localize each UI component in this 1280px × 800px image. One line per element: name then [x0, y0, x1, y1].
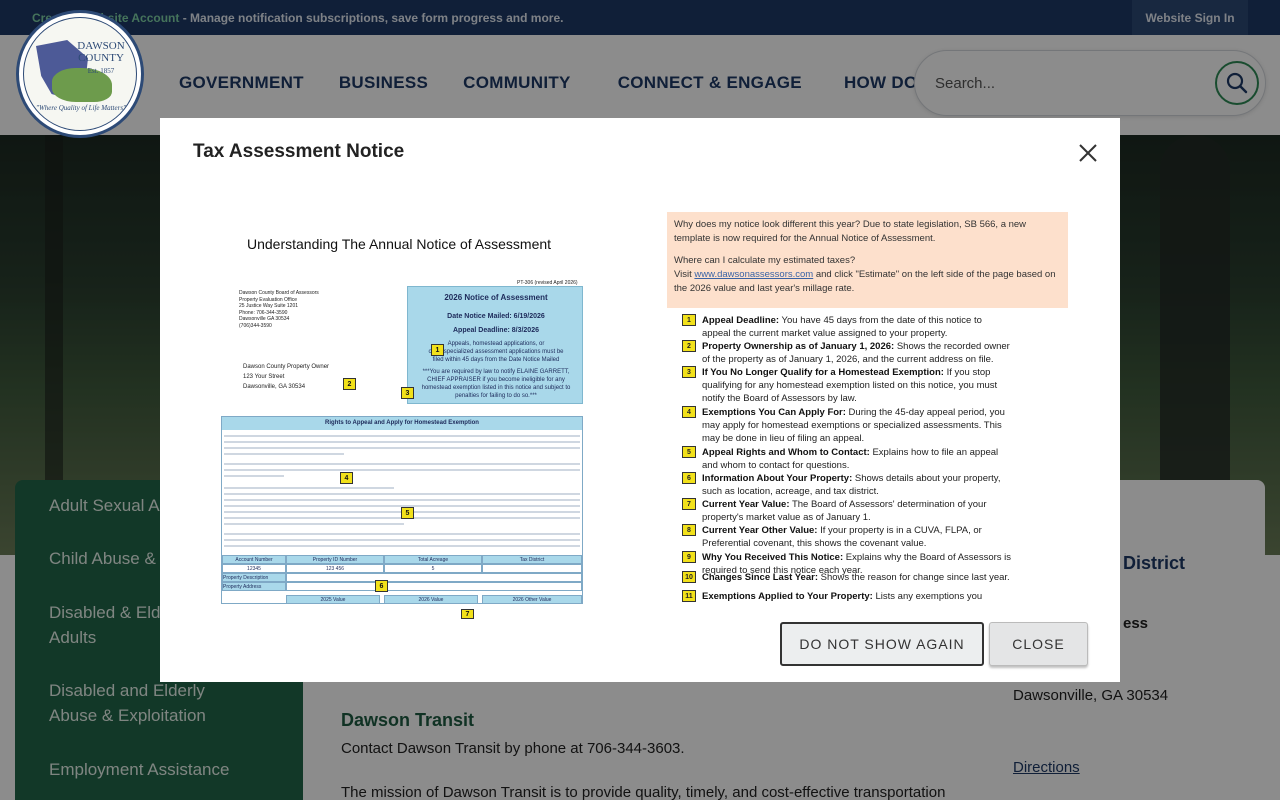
marker-5: 5 [401, 507, 414, 519]
marker-7: 7 [461, 609, 474, 619]
marker-9: 9 [682, 551, 696, 563]
notice-title: 2026 Notice of Assessment [444, 293, 548, 302]
owner-address: Dawson County Property Owner 123 Your St… [243, 364, 330, 390]
explanation-item: 8 Current Year Other Value: If your prope… [682, 524, 1012, 550]
marker-11: 11 [682, 590, 696, 602]
logo-tagline: "Where Quality of Life Matters" [36, 104, 126, 112]
explanation-item: 2 Property Ownership as of January 1, 202… [682, 340, 1012, 366]
explanation-item: 4 Exemptions You Can Apply For: During th… [682, 406, 1012, 445]
explanation-item: 11 Exemptions Applied to Your Property: L… [682, 590, 1012, 603]
marker-2: 2 [343, 378, 356, 390]
close-button[interactable]: CLOSE [989, 622, 1088, 666]
intro-q1: Why does my notice look different this y… [674, 219, 1027, 244]
rights-header: Rights to Appeal and Apply for Homestead… [222, 417, 582, 430]
county-logo[interactable]: DAWSON COUNTY Est. 1857 "Where Quality of… [16, 10, 144, 138]
explanation-item: 6 Information About Your Property: Shows … [682, 472, 1012, 498]
marker-5: 5 [682, 446, 696, 458]
intro-visit: Visit www.dawsonassessors.com and click … [674, 269, 1056, 294]
property-table: Account Number Property ID Number Total … [222, 555, 582, 605]
marker-3: 3 [401, 387, 414, 399]
marker-6: 6 [375, 580, 388, 592]
marker-1: 1 [682, 314, 696, 326]
marker-4: 4 [682, 406, 696, 418]
modal-title: Tax Assessment Notice [193, 141, 405, 162]
marker-6: 6 [682, 472, 696, 484]
tax-notice-modal: Tax Assessment Notice Understanding The … [160, 118, 1120, 682]
assessors-link[interactable]: www.dawsonassessors.com [694, 269, 813, 280]
marker-3: 3 [682, 366, 696, 378]
marker-8: 8 [682, 524, 696, 536]
close-icon[interactable] [1073, 138, 1103, 168]
notice-form: PT-306 (revised April 2026) Dawson Count… [221, 280, 583, 619]
notice-image: Understanding The Annual Notice of Asses… [215, 208, 585, 619]
explanation-item: 7 Current Year Value: The Board of Assess… [682, 498, 1012, 524]
marker-7: 7 [682, 498, 696, 510]
logo-county-name: DAWSON COUNTY Est. 1857 [77, 40, 125, 75]
do-not-show-again-button[interactable]: DO NOT SHOW AGAIN [780, 622, 984, 666]
doc-title: Understanding The Annual Notice of Asses… [247, 236, 552, 252]
explanation-item: 10 Changes Since Last Year: Shows the rea… [682, 571, 1012, 584]
marker-1: 1 [431, 344, 444, 356]
explanation-item: 1 Appeal Deadline: You have 45 days from … [682, 314, 1012, 340]
explanation-item: 5 Appeal Rights and Whom to Contact: Expl… [682, 446, 1012, 472]
logo-seal: DAWSON COUNTY Est. 1857 "Where Quality of… [23, 17, 137, 131]
intro-q2: Where can I calculate my estimated taxes… [674, 255, 856, 266]
explanation-item: 3 If You No Longer Qualify for a Homestea… [682, 366, 1012, 405]
marker-2: 2 [682, 340, 696, 352]
notice-explanation: Why does my notice look different this y… [667, 212, 1069, 606]
marker-10: 10 [682, 571, 696, 583]
office-address: Dawson County Board of Assessors Propert… [239, 290, 319, 329]
intro-box: Why does my notice look different this y… [667, 212, 1068, 308]
marker-4: 4 [340, 472, 353, 484]
